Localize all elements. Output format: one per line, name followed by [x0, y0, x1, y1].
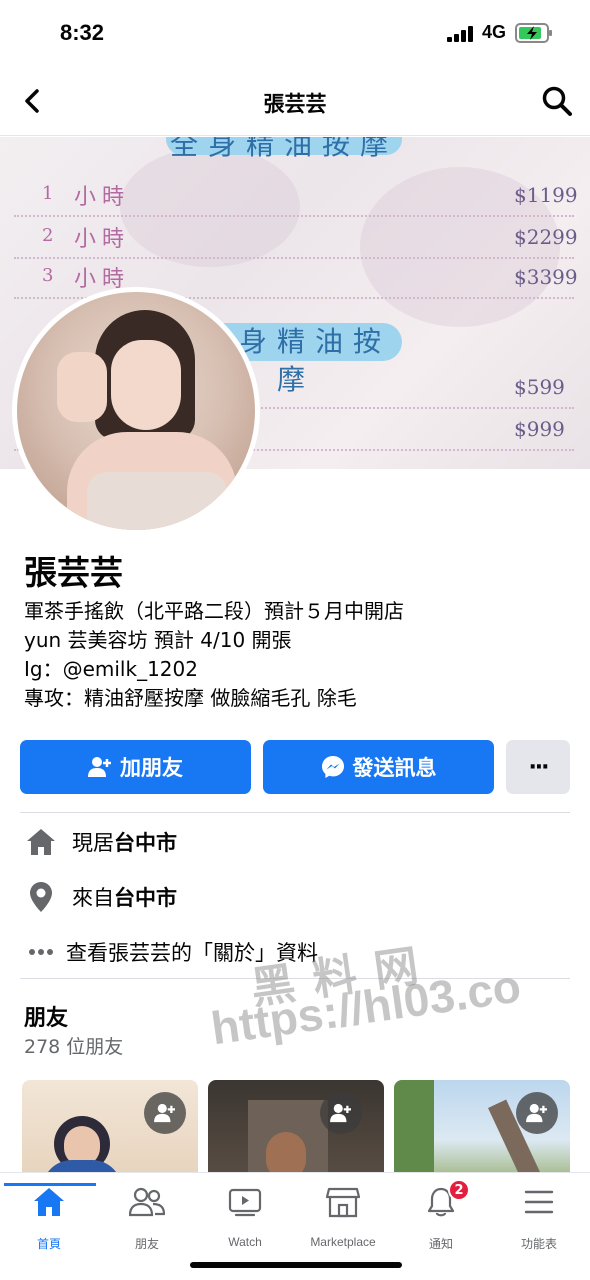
active-tab-indicator [4, 1183, 96, 1186]
add-friend-label: 加朋友 [120, 756, 183, 780]
friends-count[interactable]: 278 位朋友 [24, 1032, 123, 1059]
tab-watch[interactable]: Watch [196, 1183, 294, 1253]
friend-photo [394, 1080, 434, 1180]
price-row-price: $3399 [514, 265, 578, 289]
price-row-label: 小時 [74, 185, 131, 210]
marketplace-icon [294, 1183, 392, 1221]
tab-notifications[interactable]: 2 通知 [392, 1179, 490, 1253]
signal-icon [447, 26, 473, 42]
price-row-number: 2 [42, 225, 54, 246]
home-icon [24, 825, 58, 859]
info-from-prefix: 來自 [72, 886, 114, 910]
bio-line: 專攻：精油舒壓按摩 做臉縮毛孔 除毛 [24, 686, 357, 710]
price-row-price: $2299 [514, 225, 578, 249]
friends-icon [98, 1183, 196, 1221]
top-nav-bar: 張芸芸 [0, 68, 590, 136]
status-bar: 8:32 4G [0, 0, 590, 68]
info-lives-in[interactable]: 現居 台中市 [24, 822, 177, 862]
price-row-price: $599 [514, 375, 565, 399]
tab-label: 功能表 [520, 1237, 557, 1251]
home-icon [0, 1183, 98, 1221]
tab-label: 朋友 [134, 1237, 159, 1251]
more-options-button[interactable]: ··· [506, 740, 570, 794]
profile-bio: 軍茶手搖飲（北平路二段）預計５月中開店 yun 芸美容坊 預計 4/10 開張 … [24, 597, 404, 713]
tab-label: 首頁 [36, 1237, 61, 1251]
menu-icon [490, 1183, 588, 1221]
friends-title: 朋友 [24, 1006, 69, 1031]
network-type: 4G [482, 22, 507, 42]
profile-name: 張芸芸 [24, 553, 123, 592]
tab-menu[interactable]: 功能表 [490, 1183, 588, 1253]
tab-marketplace[interactable]: Marketplace [294, 1183, 392, 1253]
tab-label: Watch [228, 1235, 262, 1249]
send-message-button[interactable]: 發送訊息 [263, 740, 494, 794]
tab-home[interactable]: 首頁 [0, 1183, 98, 1253]
add-friend-button[interactable]: 加朋友 [20, 740, 251, 794]
bio-line: Ig：@emilk_1202 [24, 657, 198, 681]
profile-avatar[interactable] [12, 287, 260, 535]
page-title: 張芸芸 [263, 92, 327, 116]
more-options-label: ··· [528, 754, 549, 780]
home-indicator[interactable] [190, 1262, 402, 1268]
avatar-hand [57, 352, 107, 422]
add-friend-icon[interactable] [144, 1092, 186, 1134]
price-row: 2 小時 $2299 [14, 225, 578, 259]
more-dots-icon [24, 935, 58, 969]
price-row-price: $1199 [514, 183, 578, 207]
avatar-photo [17, 292, 255, 530]
friend-card[interactable] [22, 1080, 198, 1180]
price-row-number: 3 [42, 265, 54, 286]
search-icon[interactable] [540, 84, 574, 118]
tab-label: Marketplace [310, 1235, 376, 1249]
info-lives-prefix: 現居 [72, 831, 114, 855]
status-time: 8:32 [60, 20, 105, 45]
tab-friends[interactable]: 朋友 [98, 1183, 196, 1253]
price-row: 1 小時 $1199 [14, 183, 578, 217]
price-row-label: 小時 [74, 227, 131, 252]
battery-charging-icon [515, 23, 552, 43]
notification-badge: 2 [448, 1179, 470, 1201]
bio-line: 軍茶手搖飲（北平路二段）預計５月中開店 [24, 599, 404, 623]
friend-card[interactable] [208, 1080, 384, 1180]
messenger-icon [321, 756, 344, 778]
price-row-number: 1 [42, 183, 54, 204]
bio-line: yun 芸美容坊 預計 4/10 開張 [24, 628, 292, 652]
avatar-face [111, 340, 181, 430]
info-from[interactable]: 來自 台中市 [24, 877, 177, 917]
bell-icon: 2 [392, 1179, 490, 1221]
price-row-price: $999 [514, 417, 565, 441]
tab-label: 通知 [428, 1237, 453, 1251]
watch-icon [196, 1183, 294, 1221]
location-pin-icon [24, 880, 58, 914]
friend-card[interactable] [394, 1080, 570, 1180]
add-friend-icon[interactable] [320, 1092, 362, 1134]
info-lives-city: 台中市 [114, 831, 177, 855]
info-from-city: 台中市 [114, 886, 177, 910]
add-person-icon [88, 757, 111, 777]
add-friend-icon[interactable] [516, 1092, 558, 1134]
divider [20, 812, 570, 813]
send-message-label: 發送訊息 [352, 756, 437, 780]
cover-banner-top: 全身精油按摩 [166, 137, 402, 161]
avatar-clothing [87, 472, 227, 530]
